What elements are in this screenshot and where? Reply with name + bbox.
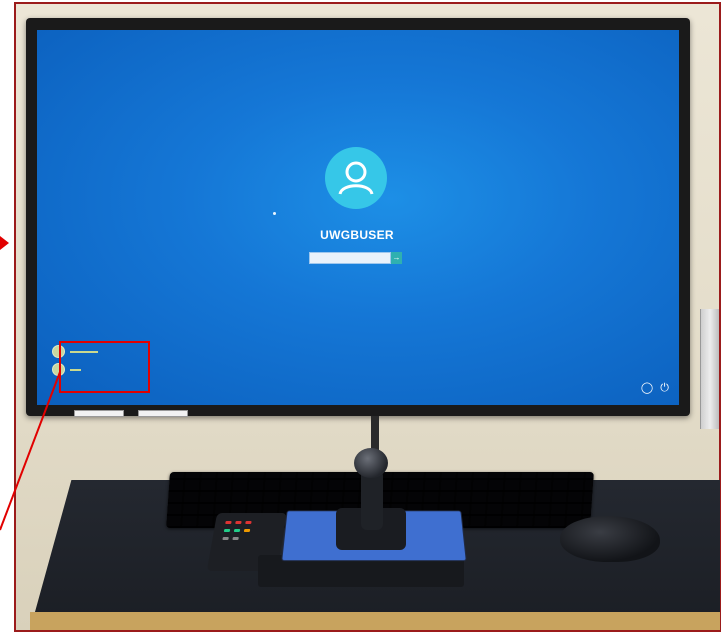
user-icon	[338, 161, 374, 195]
computer-mouse	[560, 516, 660, 562]
remote-button	[222, 537, 229, 540]
joystick-stick	[361, 470, 383, 530]
wall-fixture	[700, 309, 719, 429]
remote-button	[232, 537, 239, 540]
highlight-box	[59, 341, 150, 393]
password-input[interactable]	[309, 252, 391, 264]
joystick-head	[354, 448, 388, 478]
desk-edge	[30, 612, 720, 630]
remote-button	[243, 529, 251, 532]
remote-button	[223, 529, 231, 532]
system-icons: ◯ ⏻	[637, 381, 669, 395]
arrow-head-icon	[0, 236, 9, 250]
bezel-sticker	[74, 410, 124, 417]
submit-arrow-button[interactable]: →	[391, 252, 402, 264]
accessibility-icon[interactable]: ◯	[641, 382, 653, 394]
power-icon[interactable]: ⏻	[660, 382, 669, 394]
username-label: UWGBUSER	[320, 228, 394, 242]
remote-button	[245, 521, 252, 524]
user-avatar	[325, 147, 387, 209]
mouse-cursor	[273, 212, 276, 215]
remote-button	[235, 521, 242, 524]
remote-button	[233, 529, 241, 532]
bezel-sticker	[138, 410, 188, 417]
remote-button	[225, 521, 232, 524]
